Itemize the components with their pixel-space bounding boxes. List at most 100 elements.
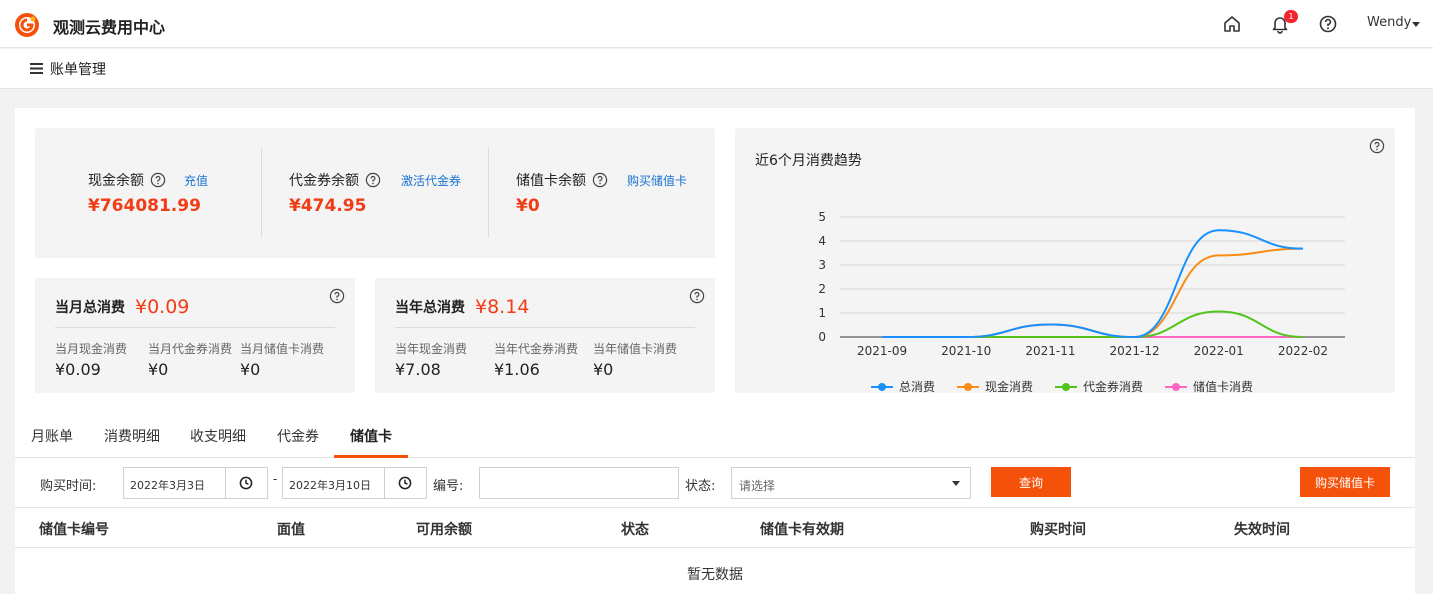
help-icon[interactable] — [592, 172, 608, 188]
home-icon[interactable] — [1222, 14, 1242, 34]
column-header[interactable]: 可用余额 — [416, 519, 472, 539]
chevron-down-icon[interactable] — [1412, 22, 1420, 27]
help-icon[interactable] — [150, 172, 166, 188]
start-date-value: 2022年3月3日 — [130, 479, 205, 492]
column-header[interactable]: 面值 — [277, 519, 305, 539]
x-tick-label: 2021-09 — [857, 344, 907, 358]
tab-consumption-detail[interactable]: 消费明细 — [104, 426, 160, 446]
yearly-stored-card-label: 当年储值卡消费 — [593, 342, 678, 356]
sub-nav-bar: 账单管理 — [0, 49, 1433, 89]
voucher-balance: 代金券余额 激活代金券 ¥474.95 — [289, 170, 461, 216]
tab-stored-card[interactable]: 储值卡 — [350, 426, 392, 446]
balance-card: 现金余额 充值 ¥764081.99 代金券余额 激活代金券 ¥474.95 储… — [35, 128, 715, 258]
y-tick-label: 1 — [818, 306, 826, 320]
empty-table-message: 暂无数据 — [687, 567, 743, 583]
clock-icon[interactable] — [398, 476, 412, 490]
x-tick-label: 2021-10 — [941, 344, 991, 358]
x-tick-label: 2022-02 — [1278, 344, 1328, 358]
trend-chart-card: 近6个月消费趋势 0 1 2 3 4 5 2021-09 2021-10 2021-11 2021… — [735, 128, 1395, 393]
series-line — [882, 310, 1303, 339]
x-tick-label: 2022-01 — [1194, 344, 1244, 358]
series-line — [882, 229, 1303, 339]
query-button[interactable]: 查询 — [991, 467, 1071, 497]
yearly-cash: 当年现金消费 ¥7.08 — [395, 340, 467, 379]
monthly-stored-card-value: ¥0 — [240, 360, 261, 379]
series-line — [882, 247, 1303, 339]
column-header[interactable]: 失效时间 — [1234, 519, 1290, 539]
status-select[interactable]: 请选择 — [731, 467, 971, 499]
voucher-balance-label: 代金券余额 — [289, 173, 359, 189]
monthly-total-label: 当月总消费 — [55, 300, 125, 316]
user-menu[interactable]: Wendy — [1367, 15, 1411, 30]
trend-line-chart: 0 1 2 3 4 5 2021-09 2021-10 2021-11 2021-12 2022-0… — [818, 210, 1345, 393]
help-icon[interactable] — [365, 172, 381, 188]
yearly-voucher: 当年代金券消费 ¥1.06 — [494, 340, 578, 379]
monthly-stored-card: 当月储值卡消费 ¥0 — [240, 340, 324, 379]
help-icon[interactable] — [1318, 14, 1338, 34]
monthly-stored-card-label: 当月储值卡消费 — [240, 342, 325, 356]
notification-badge: 1 — [1284, 10, 1298, 23]
legend-swatch — [1172, 383, 1180, 391]
start-date-picker[interactable]: 2022年3月3日 — [123, 467, 268, 499]
tab-monthly-bill[interactable]: 月账单 — [31, 426, 73, 446]
column-header[interactable]: 储值卡有效期 — [760, 519, 844, 539]
legend-label: 总消费 — [899, 380, 935, 393]
x-tick-label: 2021-11 — [1025, 344, 1075, 358]
main-content: 现金余额 充值 ¥764081.99 代金券余额 激活代金券 ¥474.95 储… — [15, 108, 1415, 594]
tab-voucher[interactable]: 代金券 — [277, 426, 319, 446]
y-tick-label: 4 — [818, 234, 826, 248]
activate-voucher-link[interactable]: 激活代金券 — [401, 172, 461, 189]
column-header[interactable]: 储值卡编号 — [39, 519, 109, 539]
column-header[interactable]: 状态 — [621, 519, 649, 539]
chevron-down-icon[interactable] — [952, 481, 960, 486]
y-tick-label: 0 — [818, 330, 826, 344]
yearly-voucher-value: ¥1.06 — [494, 360, 540, 379]
divider — [384, 468, 385, 498]
bill-tabs: 月账单 消费明细 收支明细 代金券 储值卡 — [15, 418, 1415, 458]
clock-icon[interactable] — [239, 476, 253, 490]
monthly-voucher: 当月代金券消费 ¥0 — [148, 340, 232, 379]
x-tick-label: 2021-12 — [1110, 344, 1160, 358]
legend-swatch — [964, 383, 972, 391]
number-label: 编号: — [433, 479, 464, 494]
legend-swatch — [878, 383, 886, 391]
top-bar: 观测云费用中心 1 Wendy — [0, 0, 1433, 48]
cash-balance-value: ¥764081.99 — [88, 196, 201, 216]
page-title: 账单管理 — [50, 62, 106, 78]
legend-label: 现金消费 — [985, 379, 1033, 393]
column-header[interactable]: 购买时间 — [1030, 519, 1086, 539]
monthly-consumption-card: 当月总消费 ¥0.09 当月现金消费 ¥0.09 当月代金券消费 ¥0 当月储值卡… — [35, 278, 355, 393]
y-tick-label: 2 — [818, 282, 826, 296]
purchase-time-label: 购买时间: — [40, 479, 97, 494]
y-tick-label: 5 — [818, 210, 826, 224]
guance-logo-icon[interactable] — [14, 12, 40, 38]
yearly-total-label: 当年总消费 — [395, 300, 465, 316]
buy-stored-card-button[interactable]: 购买储值卡 — [1300, 467, 1390, 497]
voucher-balance-value: ¥474.95 — [289, 196, 367, 216]
monthly-voucher-label: 当月代金券消费 — [148, 342, 233, 356]
end-date-picker[interactable]: 2022年3月10日 — [282, 467, 427, 499]
monthly-total: 当月总消费 ¥0.09 — [55, 296, 189, 318]
divider — [225, 468, 226, 498]
help-icon[interactable] — [689, 288, 705, 304]
status-select-placeholder: 请选择 — [739, 479, 776, 493]
yearly-consumption-card: 当年总消费 ¥8.14 当年现金消费 ¥7.08 当年代金券消费 ¥1.06 当年… — [375, 278, 715, 393]
yearly-stored-card-value: ¥0 — [593, 360, 614, 379]
stored-card-balance-value: ¥0 — [516, 196, 540, 216]
app-title: 观测云费用中心 — [53, 18, 166, 37]
tab-income-expense-detail[interactable]: 收支明细 — [190, 426, 246, 446]
number-input[interactable] — [479, 467, 679, 499]
yearly-cash-value: ¥7.08 — [395, 360, 441, 379]
yearly-cash-label: 当年现金消费 — [395, 342, 468, 356]
divider — [395, 327, 695, 328]
buy-stored-card-link[interactable]: 购买储值卡 — [627, 172, 687, 189]
help-icon[interactable] — [329, 288, 345, 304]
table-header: 储值卡编号 面值 可用余额 状态 储值卡有效期 购买时间 失效时间 — [15, 508, 1415, 548]
date-range-separator: - — [273, 472, 278, 486]
monthly-total-value: ¥0.09 — [135, 296, 190, 318]
recharge-link[interactable]: 充值 — [184, 172, 208, 189]
cash-balance: 现金余额 充值 ¥764081.99 — [88, 170, 208, 216]
menu-icon[interactable] — [30, 63, 43, 74]
monthly-cash-value: ¥0.09 — [55, 360, 101, 379]
end-date-value: 2022年3月10日 — [289, 479, 371, 492]
